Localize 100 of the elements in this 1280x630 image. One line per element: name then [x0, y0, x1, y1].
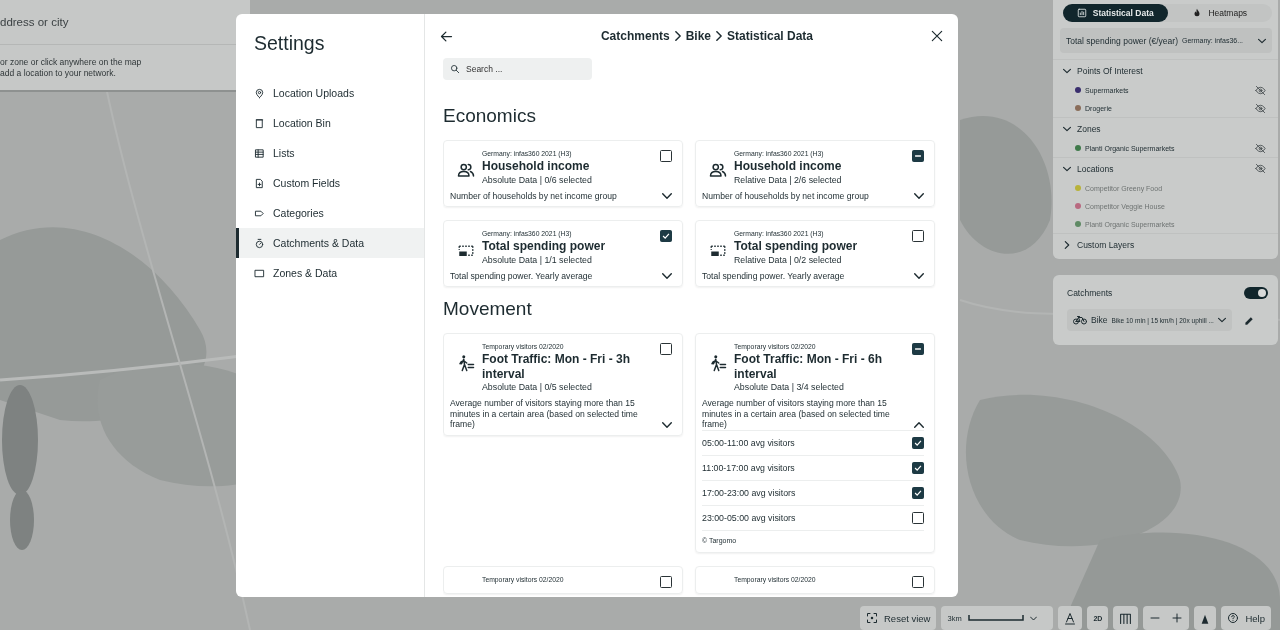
compass-button[interactable]	[1194, 606, 1217, 630]
nav-item[interactable]: Categories	[236, 198, 424, 228]
breadcrumb-item[interactable]: Statistical Data	[727, 29, 814, 43]
breadcrumb-item[interactable]: Bike	[685, 29, 711, 43]
check-icon	[913, 488, 923, 498]
scale-bar-icon	[967, 615, 1024, 621]
chevron-down-icon[interactable]	[914, 271, 924, 281]
card-description: Total spending power. Yearly average	[702, 270, 846, 281]
card-description: Number of households by net income group	[702, 190, 870, 201]
layer-group-header[interactable]: Custom Layers	[1053, 233, 1278, 255]
nav-item[interactable]: Custom Fields	[236, 168, 424, 198]
checkbox[interactable]	[660, 575, 672, 588]
nav-item[interactable]: Catchments & Data	[236, 228, 424, 258]
option-label: 17:00-23:00 avg visitors	[702, 487, 796, 498]
card-description: Average number of visitors staying more than 15 minutes in a certain area (based on selected time frame)	[450, 398, 639, 430]
walking-person-icon	[709, 354, 727, 372]
group-title: Zones	[1077, 123, 1102, 134]
dialog-title: Settings	[254, 31, 326, 55]
section-heading: Movement	[443, 297, 533, 321]
group-title: Custom Layers	[1077, 239, 1136, 250]
tab[interactable]: Heatmaps	[1167, 4, 1272, 22]
walking-person-icon	[457, 354, 475, 372]
checkbox[interactable]	[660, 343, 672, 355]
card-subtitle: Absolute Data | 0/5 selected	[482, 381, 593, 393]
card-description: Total spending power. Yearly average	[450, 270, 594, 281]
search-field[interactable]: Search ...	[443, 58, 592, 80]
chevron-right-icon	[672, 31, 683, 41]
chevron-down-icon[interactable]	[914, 191, 924, 201]
card-title: Total spending power	[482, 239, 607, 254]
check-icon	[913, 438, 923, 448]
checkbox[interactable]	[912, 575, 924, 588]
help-button[interactable]: Help	[1221, 606, 1271, 630]
chevron-up-icon[interactable]	[914, 419, 924, 430]
chart-icon	[1076, 8, 1087, 18]
card-subtitle: Absolute Data | 3/4 selected	[734, 381, 845, 393]
reset-view-button[interactable]: Reset view	[860, 606, 937, 630]
nav-item[interactable]: Location Uploads	[236, 78, 424, 108]
search-input[interactable]: ddress or city	[0, 12, 240, 32]
layer-group-header[interactable]: Zones	[1053, 117, 1278, 139]
people-icon	[457, 161, 475, 179]
option-label: 11:00-17:00 avg visitors	[702, 462, 795, 473]
checkbox[interactable]	[912, 150, 924, 162]
list-icon	[254, 147, 265, 159]
checkbox[interactable]	[912, 343, 924, 355]
card-subtitle: Relative Data | 2/6 selected	[734, 173, 843, 186]
checkbox[interactable]	[912, 437, 924, 449]
chevron-down-icon[interactable]	[662, 419, 672, 430]
card-title: Household income	[482, 159, 591, 174]
layer-group-header[interactable]: Points Of Interest	[1053, 59, 1278, 81]
option-label: 05:00-11:00 avg visitors	[702, 437, 795, 448]
group-title: Locations	[1077, 163, 1115, 174]
focus-icon	[866, 612, 878, 624]
zoom-in-icon[interactable]	[1171, 612, 1184, 624]
card-title: Household income	[734, 159, 843, 174]
nav-item[interactable]: Lists	[236, 138, 424, 168]
checkbox[interactable]	[912, 487, 924, 499]
chevron-down-icon	[1258, 36, 1266, 45]
chevron-down-icon	[1217, 316, 1226, 324]
timer-icon	[254, 237, 265, 249]
label-toggle-button[interactable]	[1058, 606, 1083, 630]
layer-group-header[interactable]: Locations	[1053, 157, 1278, 179]
chevron-right-icon	[714, 31, 724, 41]
search-icon	[450, 64, 460, 74]
mode-name: Bike	[1091, 315, 1108, 325]
chevron-down-icon[interactable]	[662, 271, 672, 281]
check-icon	[913, 463, 923, 473]
rectangle-icon	[254, 267, 265, 279]
checkbox[interactable]	[660, 230, 672, 242]
nav-item[interactable]: Zones & Data	[236, 258, 424, 288]
people-icon	[709, 161, 727, 179]
checkbox[interactable]	[660, 150, 672, 162]
card-title: Foot Traffic: Mon - Fri - 6h interval	[734, 352, 883, 381]
panel-title: Catchments	[1067, 287, 1113, 298]
nav-item[interactable]: Location Bin	[236, 108, 424, 138]
toggle-switch[interactable]	[1244, 286, 1268, 299]
checkbox[interactable]	[912, 230, 924, 242]
pin-icon	[254, 87, 265, 99]
chevron-down-icon[interactable]	[662, 191, 672, 201]
chevron-down-icon	[1029, 614, 1037, 622]
card-title: Total spending power	[734, 239, 859, 254]
file-plus-icon	[254, 177, 265, 189]
map-icon	[1119, 611, 1133, 625]
dataset-label: Total spending power (€/year)	[1066, 35, 1178, 46]
group-title: Points Of Interest	[1077, 65, 1144, 76]
checkbox[interactable]	[912, 512, 924, 524]
close-icon[interactable]	[930, 29, 944, 43]
hint-text: or zone or click anywhere on the map add a location to your network.	[0, 56, 143, 80]
checkbox[interactable]	[912, 462, 924, 474]
card-subtitle: Absolute Data | 1/1 selected	[482, 253, 593, 266]
tab[interactable]: Statistical Data	[1063, 4, 1168, 22]
search-input[interactable]: Search ...	[466, 64, 576, 74]
trash-icon	[254, 117, 265, 129]
bicycle-icon	[1073, 314, 1087, 326]
option-label: 23:00-05:00 avg visitors	[702, 512, 796, 523]
map-style-button[interactable]	[1113, 606, 1139, 630]
card-subtitle: Absolute Data | 0/6 selected	[482, 173, 593, 186]
text-a-icon	[1064, 611, 1077, 625]
card-description: Average number of visitors staying more than 15 minutes in a certain area (based on selected time frame)	[702, 398, 891, 430]
section-heading: Economics	[443, 104, 537, 128]
breadcrumb-item[interactable]: Catchments	[600, 29, 670, 43]
